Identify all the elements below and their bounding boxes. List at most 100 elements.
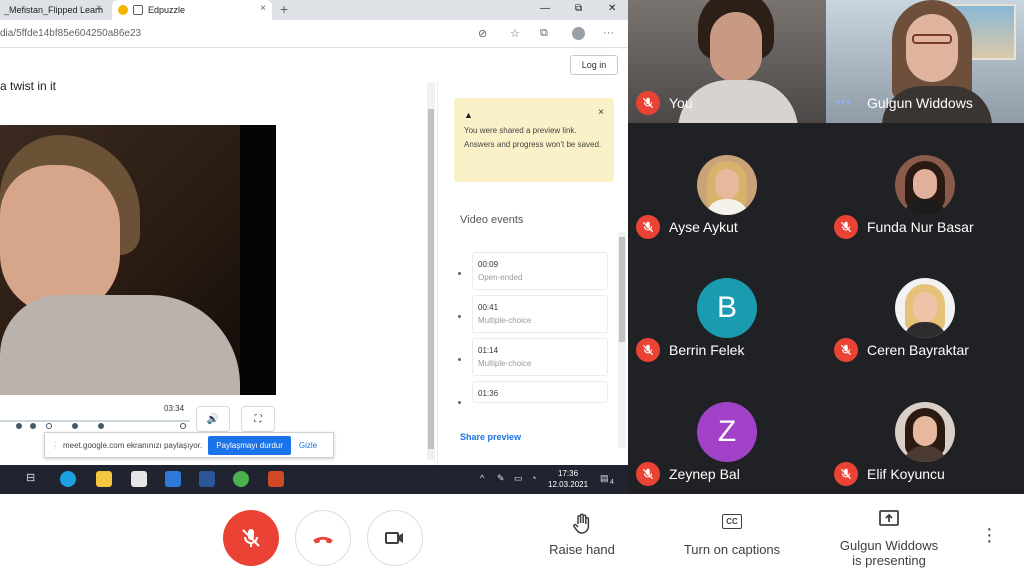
event-type: Multiple-choice [478,316,532,325]
volume-button[interactable]: 🔊 [196,406,230,432]
tracking-icon[interactable]: ⊘ [478,27,487,40]
drag-handle-icon[interactable]: ⋮ [51,441,59,450]
video-events-panel: ▲ × You were shared a preview link. Answ… [437,82,628,465]
battery-icon[interactable]: ▭ [514,473,523,484]
screen-share-bar: ⋮ meet.google.com ekranınızı paylaşıyor.… [44,432,334,458]
shared-screen: _Mefistan_Flipped Learn × Edpuzzle × + —… [0,0,628,494]
collections-icon[interactable]: ⧉ [540,27,548,40]
event-item[interactable]: 01:36 Open-ended [472,381,608,403]
captions-button[interactable]: CC Turn on captions [676,512,788,557]
edpuzzle-favicon-icon [118,5,128,15]
mic-off-icon [636,215,660,239]
browser-tab-bar: _Mefistan_Flipped Learn × Edpuzzle × + —… [0,0,628,20]
captions-icon: CC [676,512,788,536]
participant-name: Elif Koyuncu [867,466,945,482]
fullscreen-button[interactable]: ⛶ [241,406,275,432]
avatar [895,155,955,215]
participant-grid: You ••• Gulgun Widdows Ayse Aykut Funda … [628,0,1024,494]
event-time: 00:09 [478,260,499,269]
participant-name: Gulgun Widdows [867,95,973,111]
notice-text: You were shared a preview link. Answers … [464,126,602,149]
timeline-marker[interactable] [30,423,36,429]
presenting-button[interactable]: Gulgun Widdows is presenting [832,508,946,568]
new-tab-button[interactable]: + [280,1,288,17]
participant-name: Ayse Aykut [669,219,738,235]
timeline-marker[interactable] [72,423,78,429]
word-icon[interactable] [199,471,215,487]
hand-icon [546,512,618,536]
more-menu-icon[interactable]: ··· [603,27,614,39]
camera-toggle-button[interactable] [367,510,423,566]
store-icon[interactable] [131,471,147,487]
participant-name: Funda Nur Basar [867,219,974,235]
address-bar: dia/5ffde14bf85e604250a86e23 ⊘ ☆ ⧉ ··· [0,20,628,48]
close-notice-icon[interactable]: × [598,106,604,120]
favorite-star-icon[interactable]: ☆ [510,27,520,40]
video-title: a twist in it [0,79,57,93]
url-field[interactable]: dia/5ffde14bf85e604250a86e23 [0,28,141,39]
preview-notice: ▲ × You were shared a preview link. Answ… [454,98,614,182]
clock-date: 12.03.2021 [548,480,589,489]
mic-off-icon [636,338,660,362]
edge-icon[interactable] [60,471,76,487]
present-screen-icon [832,508,946,532]
chrome-icon[interactable] [233,471,249,487]
microphone-toggle-button[interactable] [223,510,279,566]
hide-button[interactable]: Gizle [299,441,317,450]
event-item[interactable]: 00:09 Open-ended [472,252,608,290]
leave-call-button[interactable] [295,510,351,566]
events-scrollbar-thumb[interactable] [619,237,625,342]
timeline-marker[interactable] [180,423,186,429]
timeline-marker[interactable] [98,423,104,429]
timeline-marker[interactable] [16,423,22,429]
mic-off-icon [834,462,858,486]
share-message: meet.google.com ekranınızı paylaşıyor. [63,440,203,450]
event-marker [458,272,461,275]
pen-icon[interactable]: ✎ [497,473,505,484]
events-title: Video events [460,214,524,226]
browser-tab-edpuzzle[interactable]: Edpuzzle × [112,0,272,20]
avatar [895,402,955,462]
tray-chevron-icon[interactable]: ^ [480,473,484,483]
close-tab-icon[interactable]: × [260,3,266,14]
event-item[interactable]: 00:41 Multiple-choice [472,295,608,333]
hang-up-icon [313,536,333,544]
media-icon [133,5,143,15]
avatar-initial: B [716,291,737,324]
wifi-icon[interactable]: ◔ [531,473,536,483]
clock-time: 17:36 [558,469,579,478]
window-close-button[interactable]: ✕ [608,3,616,14]
avatar [697,155,757,215]
video-timeline[interactable] [0,420,190,422]
meeting-controls: Raise hand CC Turn on captions Gulgun Wi… [0,494,1024,576]
task-view-icon[interactable]: ⊟ [26,471,42,487]
avatar: Z [697,402,757,462]
edpuzzle-page: Log in a twist in it 03:34 🔊 ⛶ ⋮ meet.go… [0,49,628,465]
raise-hand-button[interactable]: Raise hand [546,512,618,557]
mic-off-icon [242,529,260,547]
close-tab-icon[interactable]: × [96,3,102,14]
profile-icon[interactable] [572,27,585,40]
video-player[interactable] [0,125,276,395]
avatar: B [697,278,757,338]
speaking-indicator-icon: ••• [836,95,852,109]
browser-tab-flipped[interactable]: _Mefistan_Flipped Learn × [0,0,108,20]
login-button[interactable]: Log in [570,55,618,75]
page-scrollbar-thumb[interactable] [428,109,434,449]
captions-label: Turn on captions [683,542,781,557]
event-marker [458,358,461,361]
mail-icon[interactable] [165,471,181,487]
minimize-button[interactable]: — [540,3,550,14]
more-options-icon[interactable]: · · · [986,519,993,551]
event-item[interactable]: 01:14 Multiple-choice [472,338,608,376]
stop-sharing-button[interactable]: Paylaşmayı durdur [208,435,291,455]
restore-button[interactable]: ⧉ [575,3,582,14]
participant-name: Zeynep Bal [669,466,740,482]
share-preview-link[interactable]: Share preview [460,432,521,442]
timeline-marker[interactable] [46,423,52,429]
presenter-name: Gulgun Widdows [839,538,939,553]
taskbar-clock[interactable]: 17:36 12.03.2021 [548,468,588,490]
powerpoint-icon[interactable] [268,471,284,487]
notification-icon[interactable]: ▤ [600,473,609,484]
file-explorer-icon[interactable] [96,471,112,487]
